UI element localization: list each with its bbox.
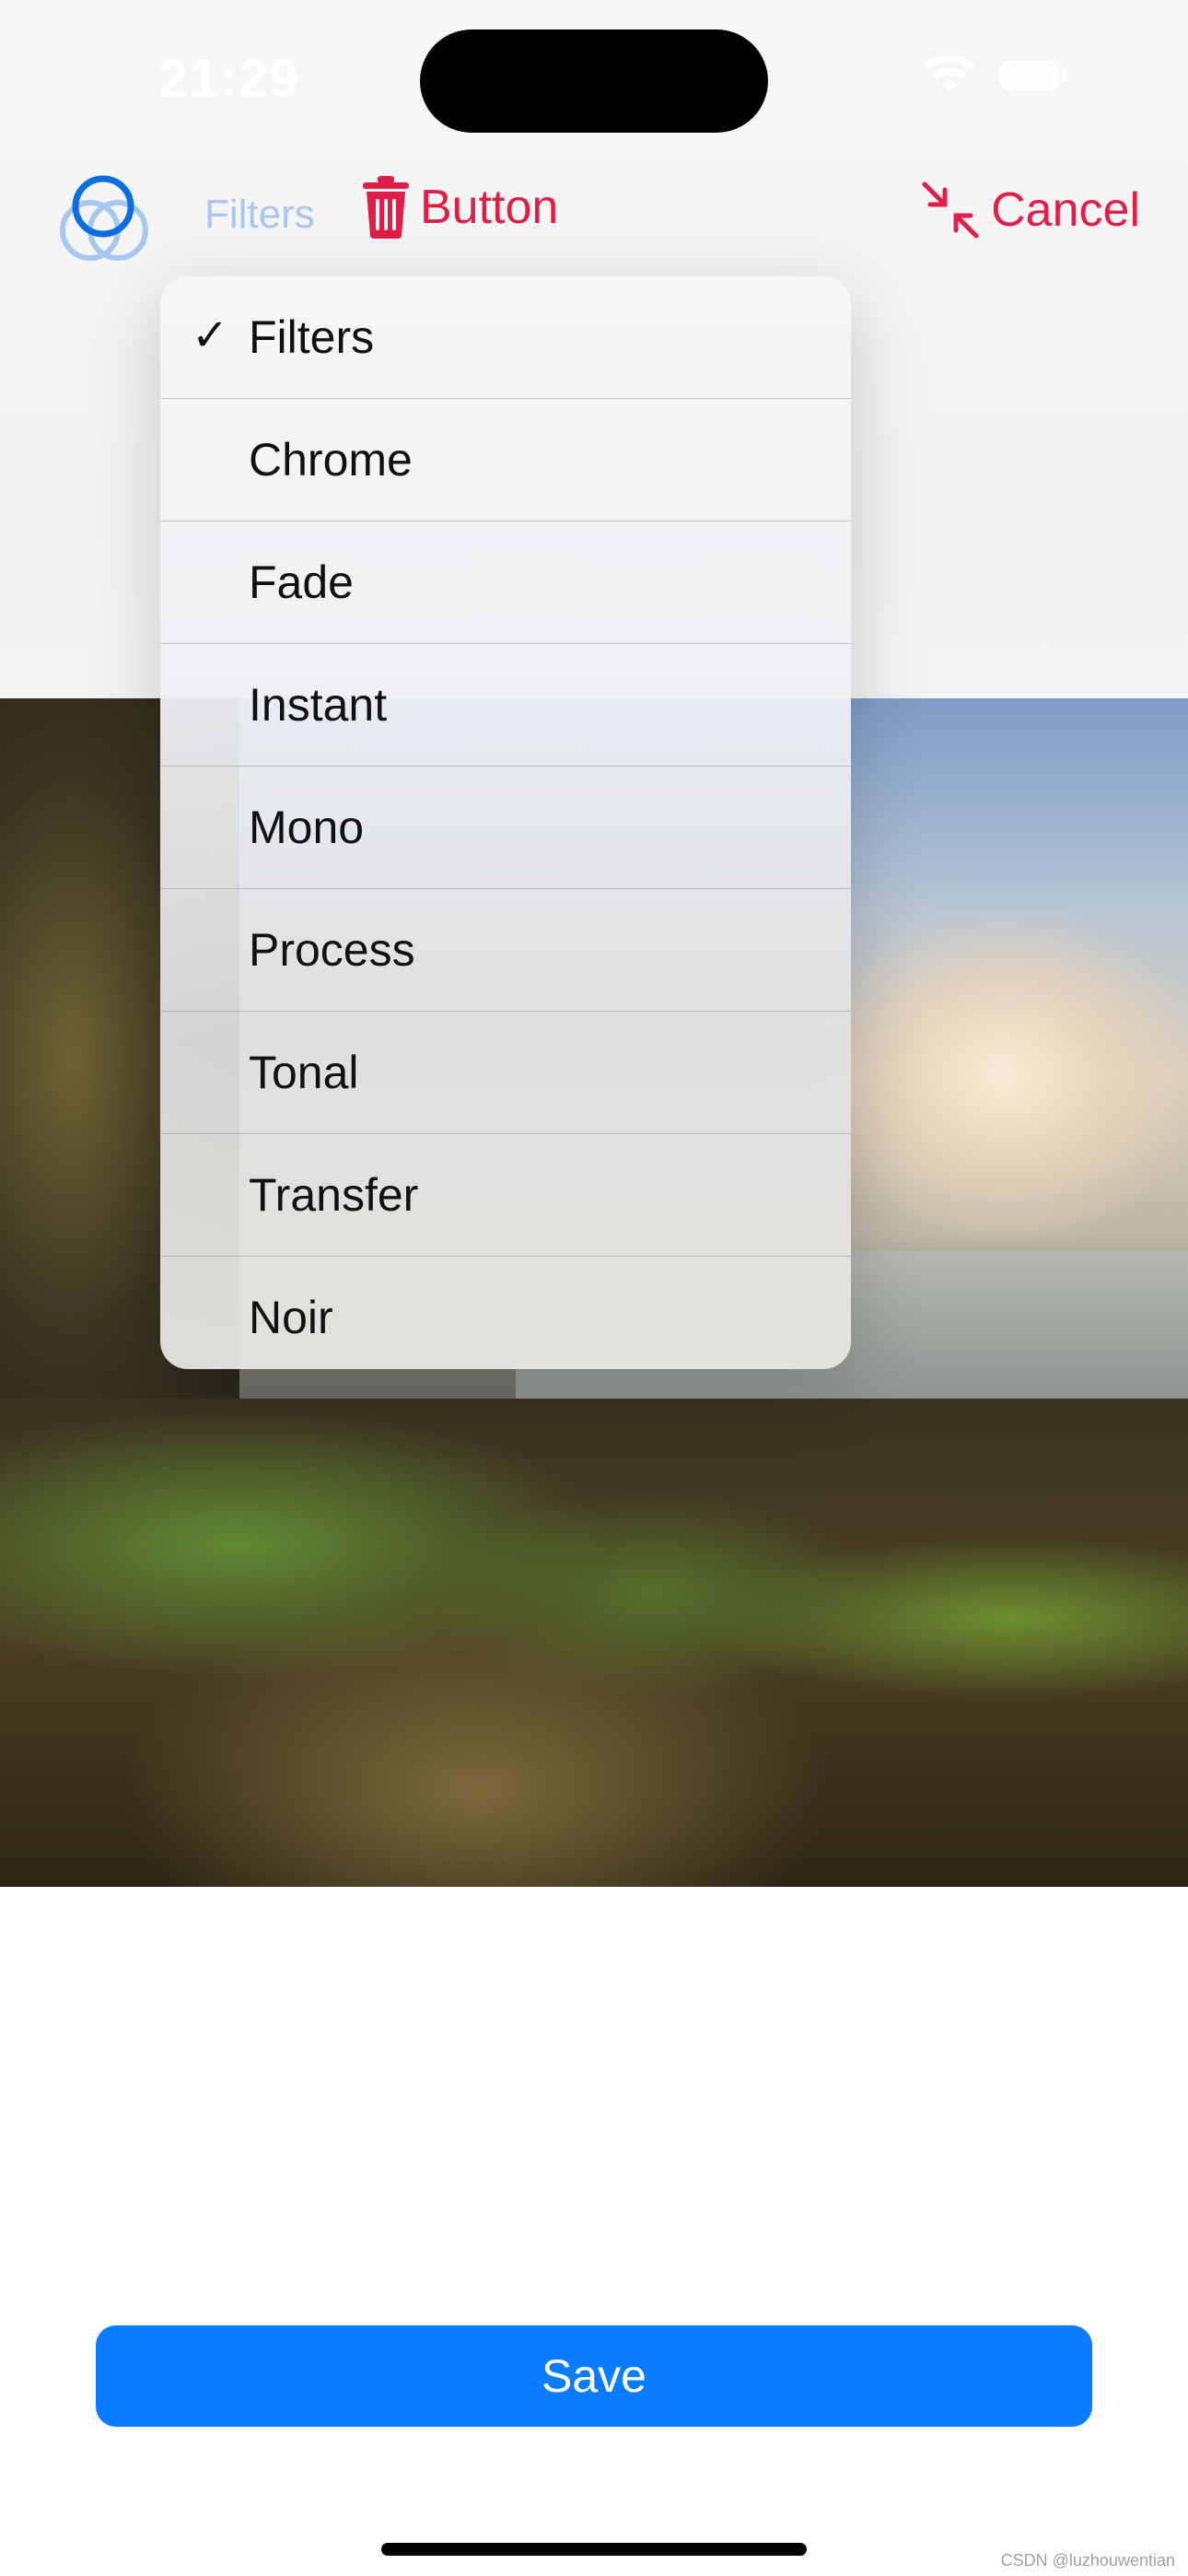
menu-item-instant[interactable]: Instant — [160, 644, 851, 767]
menu-item-tonal[interactable]: Tonal — [160, 1012, 851, 1134]
dynamic-island — [420, 29, 768, 133]
menu-item-noir[interactable]: Noir — [160, 1257, 851, 1369]
menu-item-process[interactable]: Process — [160, 889, 851, 1012]
menu-item-label: Tonal — [249, 1047, 359, 1098]
menu-item-mono[interactable]: Mono — [160, 767, 851, 889]
delete-button[interactable]: Button — [359, 175, 558, 240]
trash-icon — [363, 176, 409, 239]
cancel-button-label: Cancel — [991, 183, 1140, 237]
menu-item-label: Noir — [249, 1292, 333, 1343]
menu-item-chrome[interactable]: Chrome — [160, 399, 851, 521]
toolbar: Filters Button Cancel — [0, 157, 1188, 267]
status-time: 21:29 — [158, 49, 300, 109]
cancel-button[interactable]: Cancel — [921, 181, 1140, 240]
home-indicator[interactable] — [381, 2543, 807, 2556]
three-circles-icon[interactable] — [53, 166, 153, 265]
menu-item-label: Mono — [249, 802, 365, 853]
photo-rocks — [0, 1399, 1188, 1887]
wifi-icon — [923, 57, 976, 92]
photo-waterfall-mist — [810, 910, 1188, 1242]
save-button[interactable]: Save — [96, 2325, 1092, 2427]
battery-icon — [1000, 61, 1066, 90]
menu-item-filters[interactable]: ✓ Filters — [160, 276, 851, 399]
menu-item-label: Transfer — [249, 1169, 419, 1221]
filter-dropdown-menu: ✓ Filters Chrome Fade Instant Mono Proce… — [160, 276, 851, 1369]
watermark: CSDN @luzhouwentian — [1000, 2551, 1175, 2570]
filters-menu-label[interactable]: Filters — [204, 192, 315, 238]
menu-item-transfer[interactable]: Transfer — [160, 1134, 851, 1257]
menu-item-fade[interactable]: Fade — [160, 521, 851, 644]
checkmark-icon: ✓ — [192, 311, 229, 360]
status-icons — [923, 57, 1066, 94]
menu-item-label: Filters — [249, 311, 375, 363]
menu-item-label: Chrome — [249, 434, 413, 486]
menu-item-label: Instant — [249, 679, 388, 731]
collapse-arrows-icon — [922, 181, 979, 239]
menu-item-label: Fade — [249, 556, 354, 608]
delete-button-label: Button — [420, 181, 559, 234]
menu-item-label: Process — [249, 924, 415, 976]
